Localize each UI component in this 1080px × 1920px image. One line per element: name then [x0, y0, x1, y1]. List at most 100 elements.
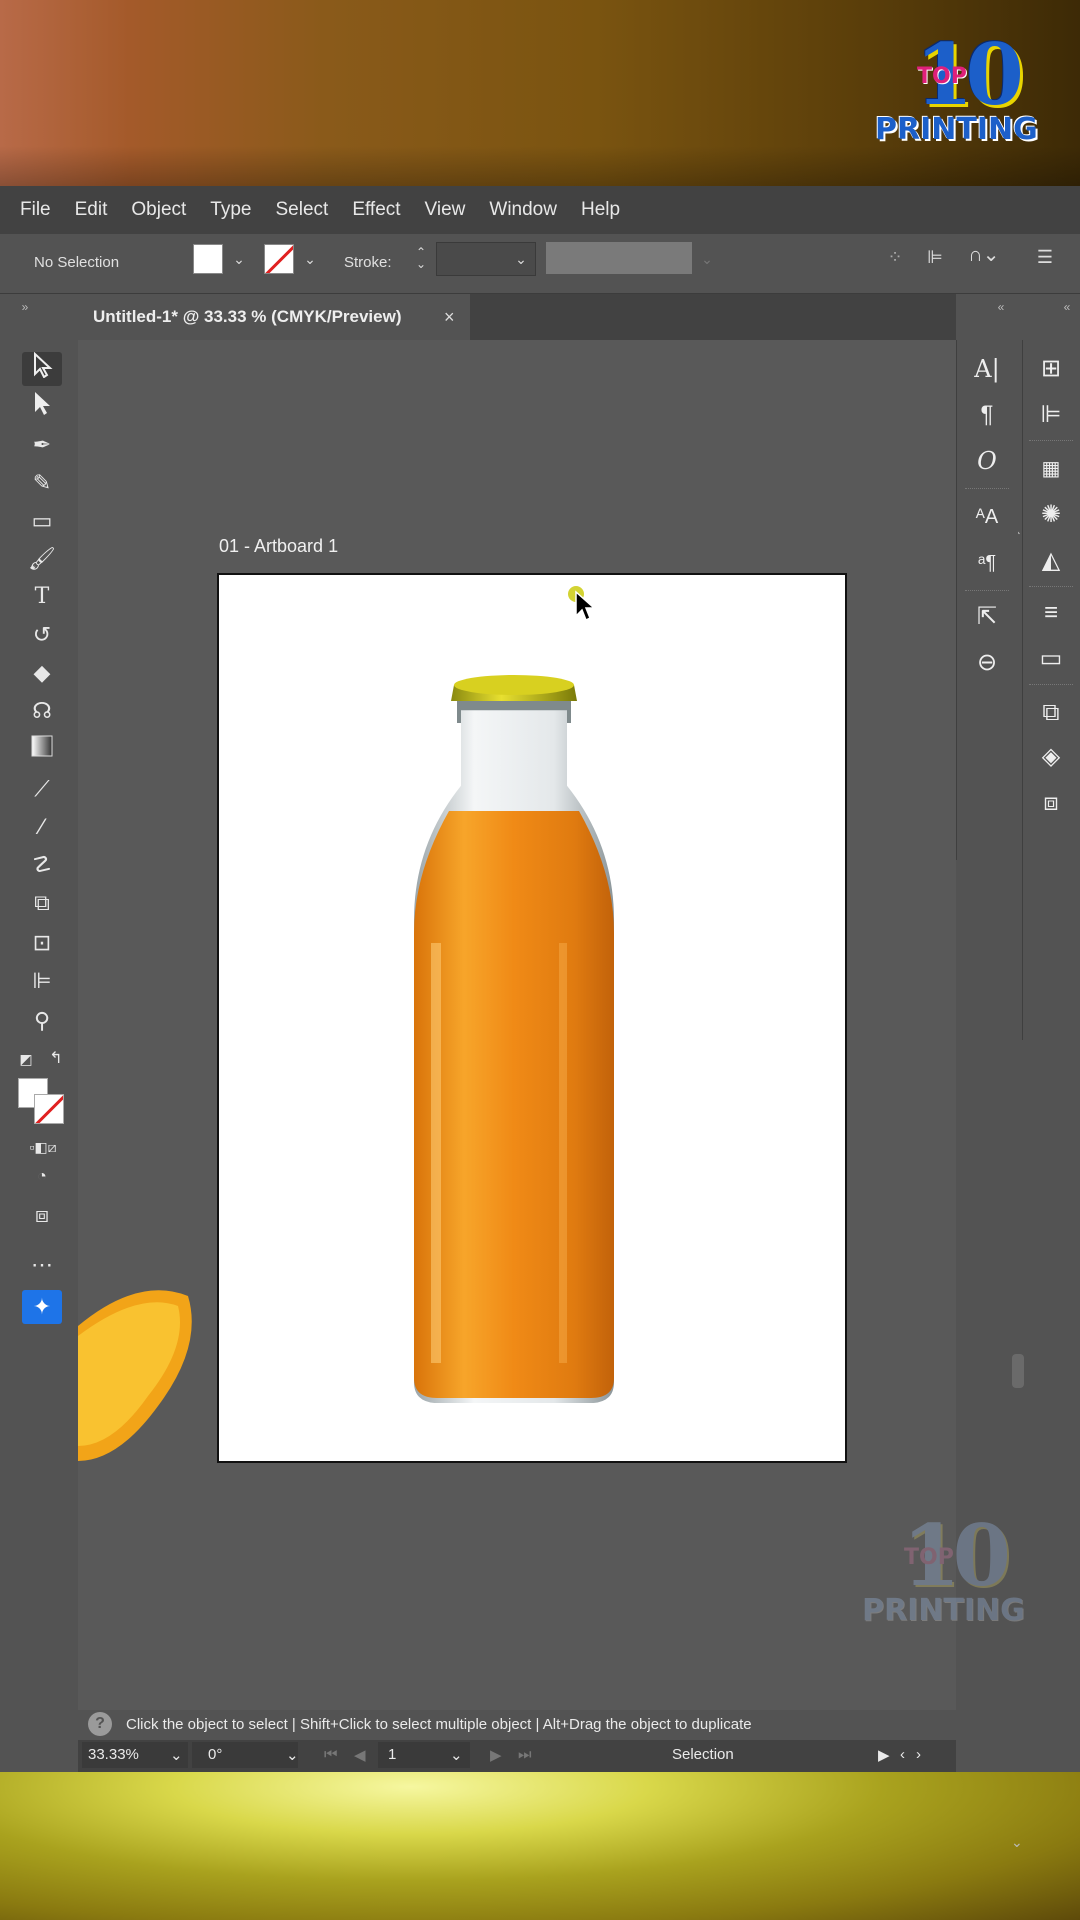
scroll-left-icon[interactable]: ‹	[900, 1746, 905, 1763]
close-tab-icon[interactable]: ×	[444, 307, 455, 328]
panel-separator-3	[1029, 440, 1073, 444]
align-panel-dock-icon[interactable]: ⊫	[1033, 398, 1069, 432]
curvature-tool-icon[interactable]: ✎	[22, 466, 62, 500]
opentype-panel-icon[interactable]: O	[969, 444, 1005, 478]
selection-tool-icon[interactable]	[22, 351, 62, 386]
menu-edit[interactable]: Edit	[75, 199, 108, 221]
fill-swatch[interactable]	[193, 244, 223, 274]
previous-artboard-icon[interactable]: ◀	[354, 1746, 366, 1764]
bottom-status-bar: 33.33% ⌄ 0° ⌄ ⏮ ◀ 1 ⌄ ▶ ⏭ Selection ▶ ‹ …	[78, 1740, 956, 1772]
zoom-tool-icon[interactable]: ⚲	[22, 1004, 62, 1038]
layers-panel-icon[interactable]: ◈	[1033, 740, 1069, 774]
menu-object[interactable]: Object	[131, 199, 186, 221]
swap-colors-icon[interactable]: ↰	[44, 1042, 68, 1076]
artboards-panel-icon[interactable]: ⧉	[1033, 696, 1069, 730]
gradient-tool-icon[interactable]	[22, 734, 62, 768]
paragraph-panel-icon[interactable]: ¶	[969, 398, 1005, 432]
stroke-dropdown-chevron-icon[interactable]: ⌄	[299, 248, 321, 270]
help-icon[interactable]: ?	[88, 1712, 112, 1736]
more-tools-icon[interactable]: ⋯	[22, 1248, 62, 1282]
export-icon[interactable]: ⇱	[969, 600, 1005, 634]
artboard-number: 1	[388, 1746, 397, 1763]
panel2-collapse-icon[interactable]: «	[1056, 296, 1078, 318]
current-tool-label: Selection	[672, 1746, 734, 1763]
menu-select[interactable]: Select	[276, 199, 329, 221]
fill-dropdown-chevron-icon[interactable]: ⌄	[228, 248, 250, 270]
rotate-tool-icon[interactable]: ↺	[22, 618, 62, 652]
status-hint-bar: ? Click the object to select | Shift+Cli…	[78, 1710, 956, 1740]
panel-dock-1: A| ¶ O ᴬA ᵃ¶ ⇱ ⊖	[956, 340, 1018, 860]
stroke-label: Stroke:	[344, 254, 392, 271]
menu-window[interactable]: Window	[489, 199, 557, 221]
menu-type[interactable]: Type	[210, 199, 251, 221]
swatches-panel-icon[interactable]: ▦	[1033, 452, 1069, 486]
align-tool-icon[interactable]: ⊫	[22, 964, 62, 998]
links-panel-icon[interactable]: ⊖	[969, 646, 1005, 680]
transform-panel-icon[interactable]: ⊞	[1033, 352, 1069, 386]
eyedropper-tool-icon[interactable]: ⟋	[22, 772, 62, 806]
align-panel-icon[interactable]: ⊫	[924, 246, 946, 268]
eyedropper-alt-tool-icon[interactable]: ⁄	[22, 810, 62, 844]
scroll-down-icon[interactable]: ⌄	[1011, 1834, 1023, 1851]
menu-bar: File Edit Object Type Select Effect View…	[0, 186, 1080, 234]
next-artboard-icon[interactable]: ▶	[490, 1746, 502, 1764]
libraries-panel-icon[interactable]: ⧈	[1033, 786, 1069, 820]
pen-tool-icon[interactable]: ✒	[22, 428, 62, 462]
panel1-collapse-icon[interactable]: «	[990, 296, 1012, 318]
artboard-tool-icon[interactable]: ⊡	[22, 926, 62, 960]
mango-slice-image	[78, 1290, 192, 1461]
paragraph-styles-icon[interactable]: ᵃ¶	[969, 546, 1005, 580]
menu-effect[interactable]: Effect	[352, 199, 400, 221]
stroke-color-box[interactable]	[34, 1094, 64, 1124]
character-panel-icon[interactable]: A|	[969, 352, 1005, 386]
stroke-stepper-icon[interactable]: ⌃ ⌄	[410, 246, 432, 270]
scroll-thumb[interactable]	[1012, 1354, 1024, 1388]
puppet-warp-tool-icon[interactable]: ☡	[22, 848, 62, 882]
menu-help[interactable]: Help	[581, 199, 620, 221]
rectangle-tool-icon[interactable]: ▭	[22, 504, 62, 538]
menu-view[interactable]: View	[425, 199, 466, 221]
artboard-chevron-icon[interactable]: ⌄	[450, 1746, 463, 1764]
zoom-chevron-icon[interactable]: ⌄	[170, 1746, 183, 1764]
shape-builder-tool-icon[interactable]: ⧉	[22, 886, 62, 920]
zoom-level: 33.33%	[88, 1746, 139, 1763]
last-artboard-icon[interactable]: ⏭	[518, 1746, 532, 1763]
document-canvas[interactable]: 01 - Artboard 1 ⌄	[78, 340, 1024, 1850]
rotation-chevron-icon[interactable]: ⌄	[286, 1746, 299, 1764]
paintbrush-tool-icon[interactable]: 🖌	[22, 542, 62, 576]
toolbar-collapse-icon[interactable]: »	[14, 296, 36, 318]
control-bar: No Selection	[0, 234, 1080, 294]
document-tab[interactable]: Untitled-1* @ 33.33 % (CMYK/Preview) ×	[78, 294, 470, 340]
type-tool-icon[interactable]: T	[22, 580, 62, 614]
lasso-tool-icon[interactable]: ☊	[22, 694, 62, 728]
scroll-right-icon[interactable]: ›	[916, 1746, 921, 1763]
stroke-weight-chevron-icon[interactable]: ⌄	[510, 248, 532, 270]
artboard[interactable]	[217, 573, 847, 1463]
grid-icon[interactable]: ⁘	[884, 246, 906, 268]
orange-juice-bottle-image[interactable]	[409, 643, 619, 1403]
generative-ai-icon[interactable]: ✦	[22, 1290, 62, 1324]
menu-file[interactable]: File	[20, 199, 51, 221]
color-mode-icons[interactable]: ▫◧⧄	[18, 1130, 68, 1164]
direct-selection-tool-icon[interactable]	[22, 390, 62, 424]
style-dropdown[interactable]	[546, 242, 692, 274]
gradient-panel-icon[interactable]: ▭	[1033, 642, 1069, 676]
first-artboard-icon[interactable]: ⏮	[324, 1746, 338, 1763]
eraser-tool-icon[interactable]: ◆	[22, 656, 62, 690]
style-chevron-icon[interactable]: ⌄	[696, 248, 718, 270]
draw-mode-icon[interactable]: ◔	[22, 1160, 62, 1194]
screen-mode-icon[interactable]: ⧈	[22, 1198, 62, 1232]
artboard-label: 01 - Artboard 1	[219, 536, 339, 556]
status-menu-arrow-icon[interactable]: ▶	[878, 1746, 890, 1764]
color-guide-icon[interactable]: ✺	[1033, 498, 1069, 532]
rotation-value: 0°	[208, 1746, 223, 1763]
options-menu-icon[interactable]: ☰	[1034, 246, 1056, 268]
default-colors-icon[interactable]: ◩	[14, 1042, 38, 1076]
character-styles-icon[interactable]: ᴬA	[969, 500, 1005, 534]
watermark-logo: 10 TOP PRINTING	[862, 1511, 1032, 1631]
stroke-panel-icon[interactable]: ≡	[1033, 596, 1069, 630]
transparency-panel-icon[interactable]: ◭	[1033, 544, 1069, 578]
status-hint-text: Click the object to select | Shift+Click…	[126, 1716, 752, 1733]
stroke-swatch[interactable]	[264, 244, 294, 274]
snap-magnet-icon[interactable]: ∩⌄	[964, 244, 1004, 266]
